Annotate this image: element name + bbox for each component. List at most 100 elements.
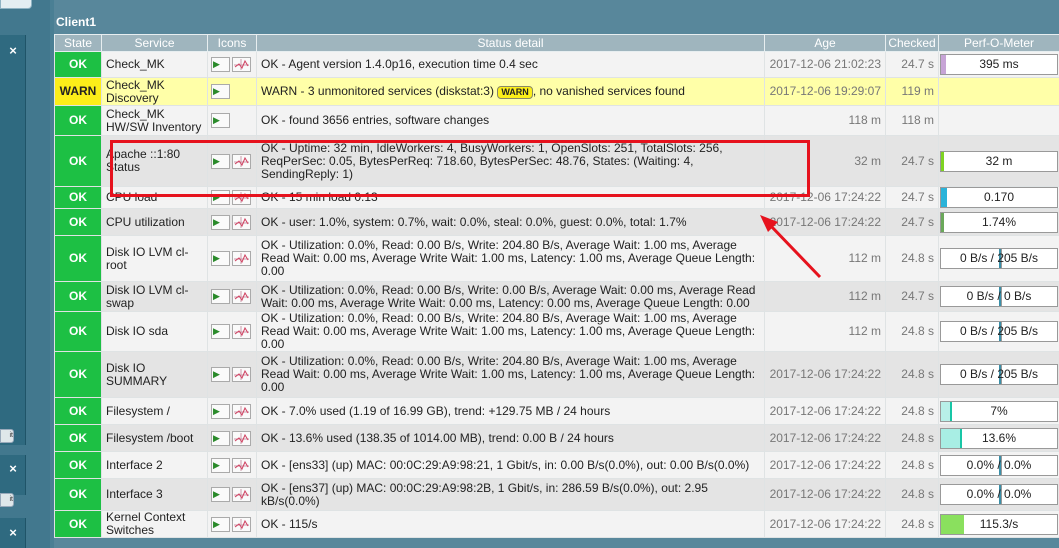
services-table: State Service Icons Status detail Age Ch… [54,34,1059,538]
col-service[interactable]: Service [101,34,208,52]
perf-o-meter[interactable]: 0.170 [940,187,1058,208]
table-row[interactable]: OK CPU utilization ▶ OK - user: 1.0%, syste… [54,208,1059,236]
col-age[interactable]: Age [764,34,886,52]
status-detail: OK - Utilization: 0.0%, Read: 0.00 B/s, … [256,311,765,352]
table-row[interactable]: OK Disk IO LVM cl-root ▶ OK - Utilization: … [54,235,1059,282]
status-detail: OK - found 3656 entries, software change… [256,105,765,136]
perf-o-meter[interactable]: 7% [940,400,1058,422]
graph-icon[interactable] [232,516,251,532]
perf-o-meter[interactable]: 0.0% / 0.0% [940,454,1058,476]
service-name[interactable]: Interface 2 [101,451,208,479]
table-row[interactable]: OK Kernel Context Switches ▶ OK - 115/s 2017… [54,510,1059,538]
action-menu-icon[interactable]: ▶ [211,251,230,266]
graph-icon[interactable] [232,251,251,266]
state-badge: OK [54,451,102,479]
graph-icon[interactable] [232,57,251,72]
service-name[interactable]: Check_MK Discovery [101,77,208,106]
service-name[interactable]: CPU utilization [101,208,208,236]
action-menu-icon[interactable]: ▶ [211,430,230,446]
perf-cell: 1.74% [938,208,1059,236]
state-badge: OK [54,235,102,282]
action-menu-icon[interactable]: ▶ [211,367,230,382]
close-icon[interactable]: × [6,526,20,540]
action-menu-icon[interactable]: ▶ [211,84,230,99]
close-icon[interactable]: × [6,44,20,58]
graph-icon[interactable] [232,153,251,169]
table-row[interactable]: OK Disk IO sda ▶ OK - Utilization: 0.0%, Re… [54,311,1059,352]
service-icons: ▶ [207,51,257,78]
table-row[interactable]: OK Filesystem / ▶ OK - 7.0% used (1.19 of 1… [54,397,1059,425]
col-state[interactable]: State [54,34,102,52]
action-menu-icon[interactable]: ▶ [211,214,230,230]
service-name[interactable]: Filesystem / [101,397,208,425]
graph-icon[interactable] [232,214,251,230]
perf-o-meter[interactable]: 0 B/s / 205 B/s [940,364,1058,385]
edit-button[interactable]: it [0,493,14,507]
sidebar-snapin: × [0,35,26,445]
service-name[interactable]: Apache ::1:80 Status [101,135,208,187]
sidebar-top-tab[interactable] [0,0,32,9]
perf-o-meter[interactable]: 115.3/s [940,513,1058,535]
perf-o-meter[interactable]: 0 B/s / 205 B/s [940,248,1058,269]
graph-icon[interactable] [232,190,251,205]
sidebar: × it × it × [0,0,50,548]
graph-icon[interactable] [232,289,251,304]
col-icons[interactable]: Icons [207,34,257,52]
graph-icon[interactable] [232,487,251,502]
table-row[interactable]: OK Disk IO SUMMARY ▶ OK - Utilization: 0.0%… [54,351,1059,398]
graph-icon[interactable] [232,324,251,339]
table-row[interactable]: OK Disk IO LVM cl-swap ▶ OK - Utilization: … [54,281,1059,312]
service-name[interactable]: CPU load [101,186,208,209]
action-menu-icon[interactable]: ▶ [211,457,230,473]
col-checked[interactable]: Checked [885,34,939,52]
graph-icon[interactable] [232,457,251,473]
service-name[interactable]: Disk IO LVM cl-swap [101,281,208,312]
action-menu-icon[interactable]: ▶ [211,516,230,532]
action-menu-icon[interactable]: ▶ [211,190,230,205]
status-detail: OK - Utilization: 0.0%, Read: 0.00 B/s, … [256,281,765,312]
table-row[interactable]: OK Interface 2 ▶ OK - [ens33] (up) MAC: 00:… [54,451,1059,479]
action-menu-icon[interactable]: ▶ [211,403,230,419]
table-row[interactable]: OK Check_MK HW/SW Inventory ▶ OK - found 36… [54,105,1059,136]
table-row[interactable]: OK Apache ::1:80 Status ▶ OK - Uptime: 32 m… [54,135,1059,187]
service-name[interactable]: Interface 3 [101,478,208,511]
last-checked: 119 m [885,77,939,106]
perf-o-meter[interactable]: 0 B/s / 0 B/s [940,286,1058,307]
service-icons: ▶ [207,77,257,106]
service-name[interactable]: Kernel Context Switches [101,510,208,538]
action-menu-icon[interactable]: ▶ [211,324,230,339]
host-title[interactable]: Client1 [56,15,96,29]
service-icons: ▶ [207,186,257,209]
perf-o-meter[interactable]: 32 m [940,150,1058,172]
service-name[interactable]: Disk IO sda [101,311,208,352]
col-perf[interactable]: Perf-O-Meter [938,34,1059,52]
service-name[interactable]: Filesystem /boot [101,424,208,452]
perf-o-meter[interactable]: 13.6% [940,427,1058,449]
service-name[interactable]: Check_MK [101,51,208,78]
service-name[interactable]: Disk IO SUMMARY [101,351,208,398]
perf-o-meter[interactable]: 1.74% [940,211,1058,233]
col-detail[interactable]: Status detail [256,34,765,52]
last-checked: 24.7 s [885,186,939,209]
action-menu-icon[interactable]: ▶ [211,487,230,502]
table-row[interactable]: OK Check_MK ▶ OK - Agent version 1.4.0p16, … [54,51,1059,78]
action-menu-icon[interactable]: ▶ [211,57,230,72]
service-name[interactable]: Disk IO LVM cl-root [101,235,208,282]
table-row[interactable]: OK Interface 3 ▶ OK - [ens37] (up) MAC: 00:… [54,478,1059,511]
perf-o-meter[interactable]: 0 B/s / 205 B/s [940,321,1058,342]
action-menu-icon[interactable]: ▶ [211,289,230,304]
close-icon[interactable]: × [6,462,20,476]
graph-icon[interactable] [232,430,251,446]
perf-o-meter[interactable]: 0.0% / 0.0% [940,484,1058,505]
table-row[interactable]: WARN Check_MK Discovery ▶ WARN - 3 unmonito… [54,77,1059,106]
table-row[interactable]: OK Filesystem /boot ▶ OK - 13.6% used (138.… [54,424,1059,452]
perf-value: 7% [990,403,1008,418]
perf-o-meter[interactable]: 395 ms [940,54,1058,75]
table-row[interactable]: OK CPU load ▶ OK - 15 min load 0.13 2017-12-… [54,186,1059,209]
graph-icon[interactable] [232,367,251,382]
action-menu-icon[interactable]: ▶ [211,153,230,169]
service-name[interactable]: Check_MK HW/SW Inventory [101,105,208,136]
graph-icon[interactable] [232,403,251,419]
edit-button[interactable]: it [0,429,14,443]
action-menu-icon[interactable]: ▶ [211,113,230,128]
